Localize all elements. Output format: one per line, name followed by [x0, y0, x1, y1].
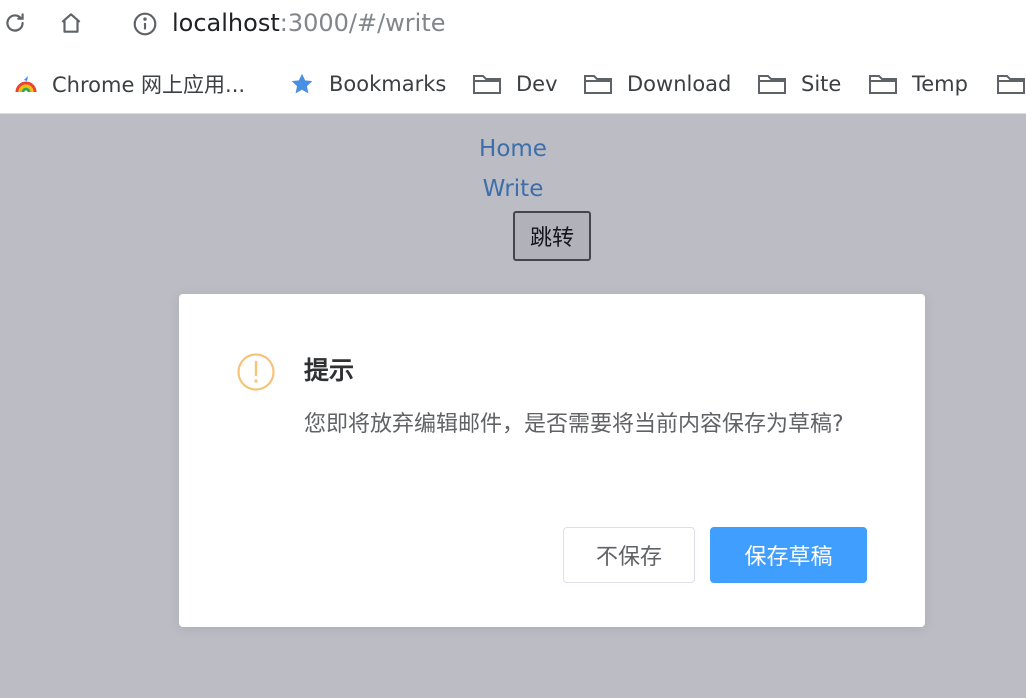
bookmark-label: Dev [516, 72, 558, 96]
star-icon [291, 73, 313, 94]
dont-save-button[interactable]: 不保存 [563, 527, 695, 583]
info-icon[interactable] [132, 11, 158, 37]
folder-icon [997, 75, 1025, 94]
folder-icon [473, 75, 501, 94]
home-icon[interactable] [56, 8, 86, 38]
bookmark-label: Bookmarks [329, 72, 447, 96]
folder-icon [584, 75, 612, 94]
warning-icon [236, 352, 276, 392]
bookmark-overflow-folder[interactable] [996, 69, 1026, 99]
bookmark-download[interactable]: Download [583, 69, 731, 99]
url-host: localhost [172, 9, 280, 37]
url-path: :3000/#/write [279, 9, 446, 37]
confirm-dialog: 提示 您即将放弃编辑邮件，是否需要将当前内容保存为草稿? 不保存 保存草稿 [179, 294, 925, 627]
reload-icon[interactable] [0, 8, 30, 38]
chrome-apps-icon [15, 76, 37, 93]
url-field[interactable]: localhost:3000/#/write [172, 8, 446, 38]
dialog-title: 提示 [304, 356, 355, 385]
save-draft-button[interactable]: 保存草稿 [710, 527, 867, 583]
folder-icon [758, 75, 786, 94]
address-bar: localhost:3000/#/write [0, 0, 1026, 52]
bookmark-site[interactable]: Site [757, 69, 841, 99]
bookmark-chrome-apps[interactable]: Chrome 网上应用... [14, 69, 245, 99]
folder-icon [869, 75, 897, 94]
bookmark-label: Temp [912, 72, 968, 96]
bookmark-dev[interactable]: Dev [472, 69, 558, 99]
bookmark-label: Chrome 网上应用... [52, 73, 246, 97]
dialog-message: 您即将放弃编辑邮件，是否需要将当前内容保存为草稿? [304, 412, 844, 437]
bookmark-bookmarks[interactable]: Bookmarks [289, 69, 446, 99]
bookmark-label: Download [627, 72, 732, 96]
bookmark-temp[interactable]: Temp [868, 69, 968, 99]
bookmarks-bar: Chrome 网上应用... Bookmarks Dev Download Si… [0, 52, 1026, 114]
bookmark-label: Site [801, 72, 842, 96]
